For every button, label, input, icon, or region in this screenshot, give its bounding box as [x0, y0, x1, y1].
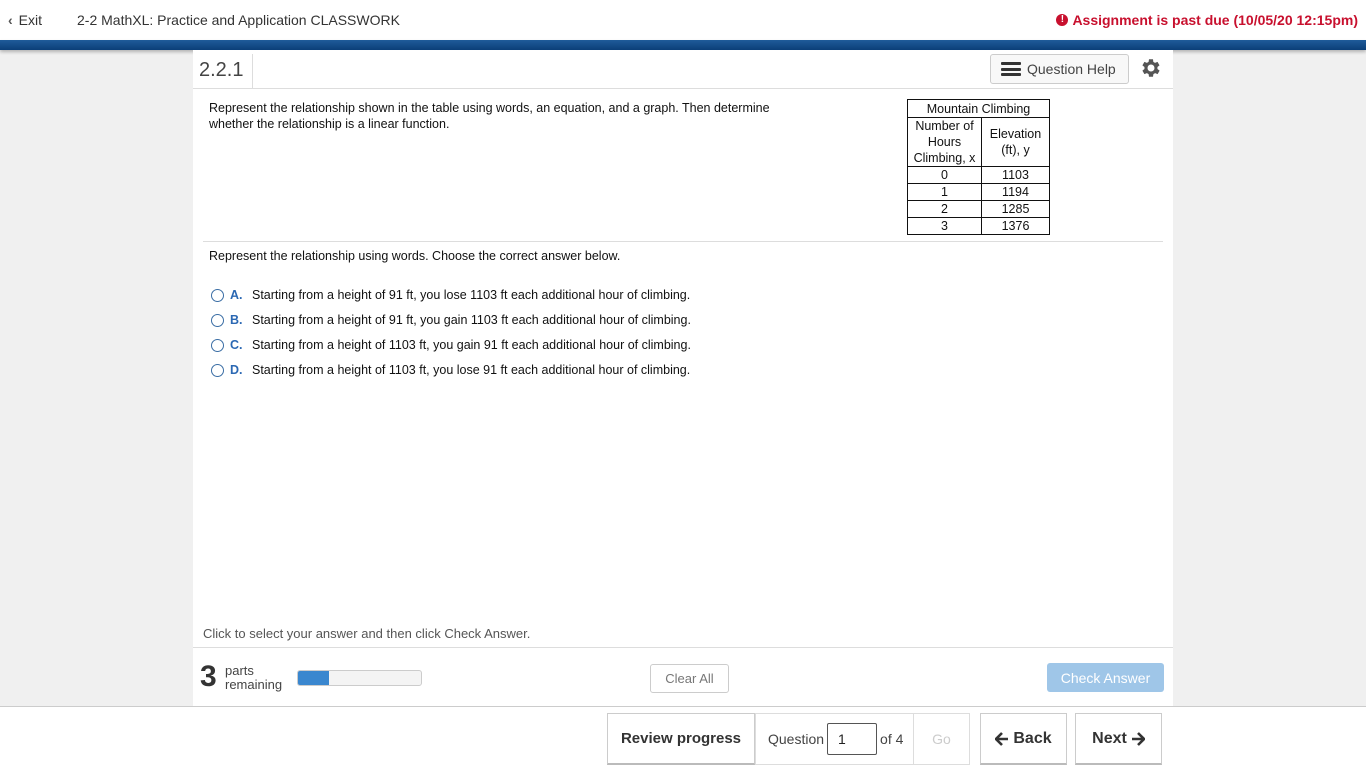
- table-caption: Mountain Climbing: [907, 99, 1050, 118]
- choice-a[interactable]: A. Starting from a height of 91 ft, you …: [211, 286, 690, 304]
- table-cell: 1103: [981, 166, 1050, 184]
- table-row: 3 1376: [907, 217, 1050, 235]
- choice-b[interactable]: B. Starting from a height of 91 ft, you …: [211, 311, 691, 329]
- mountain-climbing-table: Mountain Climbing Number of Hours Climbi…: [907, 99, 1050, 235]
- exit-label: Exit: [18, 12, 43, 28]
- list-icon: [1001, 62, 1021, 76]
- radio-button[interactable]: [211, 313, 224, 327]
- divider: [203, 241, 1163, 242]
- table-header-hours: Number of Hours Climbing, x: [907, 117, 982, 167]
- arrow-left-icon: [995, 731, 1009, 746]
- choice-letter: D.: [230, 363, 243, 377]
- divider: [193, 88, 1173, 89]
- question-prompt: Represent the relationship shown in the …: [209, 101, 770, 131]
- top-header: ‹ Exit 2-2 MathXL: Practice and Applicat…: [0, 0, 1366, 40]
- parts-remaining-label: parts remaining: [225, 664, 282, 692]
- question-number: 2.2.1: [193, 54, 253, 88]
- table-header-elevation: Elevation (ft), y: [981, 117, 1050, 167]
- next-label: Next: [1092, 729, 1127, 747]
- table-row: 2 1285: [907, 200, 1050, 218]
- arrow-right-icon: [1131, 731, 1145, 746]
- question-help-button[interactable]: Question Help: [990, 54, 1129, 84]
- back-label: Back: [1013, 729, 1052, 747]
- question-total: of 4: [880, 731, 904, 747]
- past-due-text: Assignment is past due (10/05/20 12:15pm…: [1072, 12, 1358, 28]
- choice-text: Starting from a height of 1103 ft, you g…: [252, 338, 691, 352]
- table-cell: 1376: [981, 217, 1050, 235]
- clear-all-button[interactable]: Clear All: [650, 664, 729, 693]
- chevron-left-icon: ‹: [8, 12, 13, 28]
- review-progress-button[interactable]: Review progress: [607, 713, 755, 765]
- radio-button[interactable]: [211, 363, 224, 377]
- radio-button[interactable]: [211, 288, 224, 302]
- choice-text: Starting from a height of 91 ft, you gai…: [252, 313, 691, 327]
- question-help-label: Question Help: [1027, 61, 1116, 77]
- question-label: Question: [768, 731, 825, 747]
- back-button[interactable]: Back: [980, 713, 1067, 765]
- progress-fill: [298, 671, 329, 685]
- go-button[interactable]: Go: [913, 714, 969, 764]
- header-accent-bar: [0, 40, 1366, 50]
- table-row: 1 1194: [907, 183, 1050, 201]
- parts-label-line2: remaining: [225, 677, 283, 692]
- radio-button[interactable]: [211, 338, 224, 352]
- table-cell: 0: [907, 166, 982, 184]
- divider: [193, 647, 1173, 648]
- choice-text: Starting from a height of 1103 ft, you l…: [252, 363, 691, 377]
- question-number-input[interactable]: [827, 723, 878, 755]
- table-cell: 2: [907, 200, 982, 218]
- footer-navigation: Review progress Question of 4 Go Back Ne…: [0, 706, 1366, 768]
- choice-text: Starting from a height of 91 ft, you los…: [252, 288, 691, 302]
- choice-letter: C.: [230, 338, 243, 352]
- table-cell: 1: [907, 183, 982, 201]
- table-cell: 1285: [981, 200, 1050, 218]
- exit-button[interactable]: ‹ Exit: [8, 12, 42, 28]
- assignment-title: 2-2 MathXL: Practice and Application CLA…: [77, 12, 400, 28]
- past-due-notice: ! Assignment is past due (10/05/20 12:15…: [1056, 12, 1358, 28]
- answer-hint: Click to select your answer and then cli…: [203, 626, 531, 641]
- table-cell: 3: [907, 217, 982, 235]
- table-row: 0 1103: [907, 166, 1050, 184]
- question-panel: 2.2.1 Question Help Represent the relati…: [193, 50, 1173, 706]
- parts-remaining-count: 3: [200, 660, 217, 693]
- progress-bar: [297, 670, 422, 686]
- instruction-text: Represent the relationship using words. …: [209, 249, 621, 263]
- choice-letter: B.: [230, 313, 243, 327]
- parts-label-line1: parts: [225, 663, 254, 678]
- question-navigator: Question of 4 Go: [755, 713, 970, 765]
- gear-icon[interactable]: [1139, 56, 1163, 80]
- choice-letter: A.: [230, 288, 243, 302]
- exclamation-circle-icon: !: [1056, 14, 1069, 26]
- choice-c[interactable]: C. Starting from a height of 1103 ft, yo…: [211, 336, 691, 354]
- check-answer-button[interactable]: Check Answer: [1047, 663, 1164, 692]
- next-button[interactable]: Next: [1075, 713, 1162, 765]
- table-cell: 1194: [981, 183, 1050, 201]
- choice-d[interactable]: D. Starting from a height of 1103 ft, yo…: [211, 361, 690, 379]
